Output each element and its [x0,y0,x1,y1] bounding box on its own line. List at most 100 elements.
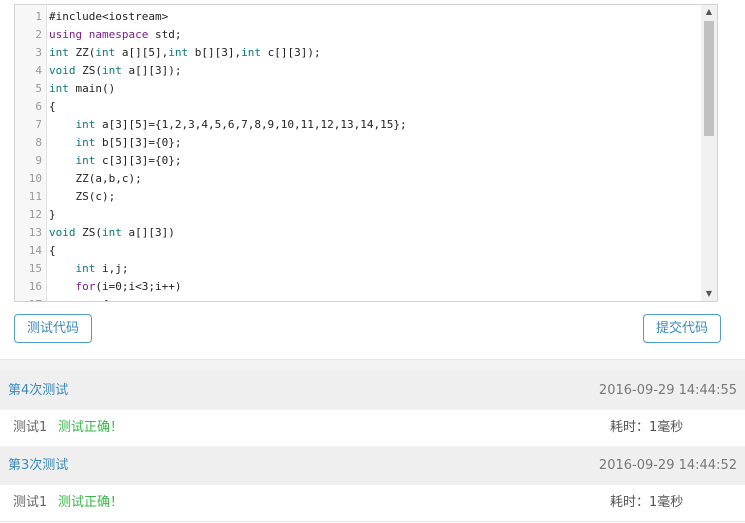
line-number-gutter: 1234567891011121314151617 [15,5,47,301]
line-number: 6 [35,100,42,113]
line-number: 8 [35,136,42,149]
triangle-up-icon[interactable]: ▲ [701,5,717,19]
code-token: { [49,298,109,301]
line-number: 14 [28,244,42,257]
test-run-header: 第3次测试 2016-09-29 14:44:52 [0,446,745,486]
code-token: ZS( [75,226,102,239]
code-token: i,j; [95,262,129,275]
code-token: a[][3]); [121,64,182,77]
code-line: int main() [49,80,115,98]
code-line: } [49,206,56,224]
code-token: int [75,118,96,131]
code-line: int i,j; [49,260,129,278]
code-token: a[][3]) [121,226,175,239]
code-token: std; [148,28,182,41]
code-token: b[][3], [188,46,242,59]
code-token: int [241,46,261,59]
code-line: for(i=0;i<3;i++) [49,278,182,296]
code-token: int [75,154,96,167]
code-token: int [49,82,69,95]
code-token: } [49,208,56,221]
line-number: 16 [28,280,42,293]
code-line: int ZZ(int a[][5],int b[][3],int c[][3])… [49,44,321,62]
code-token: int [102,64,122,77]
code-token: c[][3]); [260,46,321,59]
code-token: using [49,28,83,41]
code-token: ZS(c); [49,190,116,203]
code-token: for [75,280,96,293]
code-line: { [49,242,56,260]
submit-code-button[interactable]: 提交代码 [643,314,722,343]
code-token: (i=0;i<3;i++) [95,280,182,293]
code-token: ZZ(a,b,c); [49,172,142,185]
test-time-cost: 耗时：1毫秒 [610,495,684,510]
code-token: namespace [88,28,149,41]
code-token: { [49,100,56,113]
scrollbar-thumb[interactable] [704,21,714,136]
code-token: void [49,226,76,239]
code-token: ZS( [75,64,102,77]
code-token: { [49,244,56,257]
line-number: 3 [35,46,42,59]
code-line: { [49,98,56,116]
test-run-timestamp: 2016-09-29 14:44:52 [598,458,737,473]
test-time-cost: 耗时：1毫秒 [610,420,684,435]
code-line: { [49,296,109,301]
test-status: 测试正确！ [58,495,124,510]
line-number: 12 [28,208,42,221]
code-token: a[3][5]={1,2,3,4,5,6,7,8,9,10,11,12,13,1… [95,118,407,131]
test-result-row: 测试1 测试正确！ 耗时：1毫秒 [0,485,745,522]
line-number: 4 [35,64,42,77]
code-line: #include<iostream> [49,8,168,26]
code-token: int [75,262,96,275]
code-token: int [49,46,69,59]
line-number: 17 [16,296,42,301]
line-number: 15 [28,262,42,275]
code-line: ZS(c); [49,188,115,206]
code-token: a[][5], [115,46,169,59]
code-token: int [168,46,189,59]
code-line: void ZS(int a[][3]); [49,62,181,80]
code-token: int [75,136,96,149]
code-token: #include<iostream> [49,10,169,23]
triangle-down-icon[interactable]: ▼ [701,287,717,301]
test-status: 测试正确！ [58,420,124,435]
line-number: 9 [35,154,42,167]
test-case-name: 测试1 [13,420,48,435]
code-line: void ZS(int a[][3]) [49,224,175,242]
code-area[interactable]: #include<iostream> using namespace std; in… [49,5,701,301]
line-number: 13 [28,226,42,239]
code-editor[interactable]: 1234567891011121314151617 #include<iostr… [14,4,718,302]
line-number: 7 [35,118,42,131]
test-run-timestamp: 2016-09-29 14:44:55 [598,383,737,398]
editor-scrollbar[interactable]: ▲ ▼ [701,5,717,301]
test-code-button[interactable]: 测试代码 [14,314,93,343]
line-number: 11 [28,190,42,203]
code-line: int a[3][5]={1,2,3,4,5,6,7,8,9,10,11,12,… [49,116,407,134]
code-token: void [49,64,76,77]
code-token: ZZ( [68,46,96,59]
code-line: ZZ(a,b,c); [49,170,142,188]
test-run-title[interactable]: 第3次测试 [8,446,68,485]
line-number: 2 [35,28,42,41]
code-line: using namespace std; [49,26,181,44]
code-token: main() [68,82,116,95]
test-case-name: 测试1 [13,495,48,510]
line-number: 10 [28,172,42,185]
test-run-title[interactable]: 第4次测试 [8,371,68,410]
line-number: 1 [35,10,42,23]
test-run-header: 第4次测试 2016-09-29 14:44:55 [0,371,745,411]
code-line: int b[5][3]={0}; [49,134,182,152]
code-token: b[5][3]={0}; [95,136,182,149]
code-token: c[3][3]={0}; [95,154,182,167]
test-result-row: 测试1 测试正确！ 耗时：1毫秒 [0,410,745,447]
code-token: int [95,46,116,59]
code-token: int [102,226,122,239]
line-number: 5 [35,82,42,95]
